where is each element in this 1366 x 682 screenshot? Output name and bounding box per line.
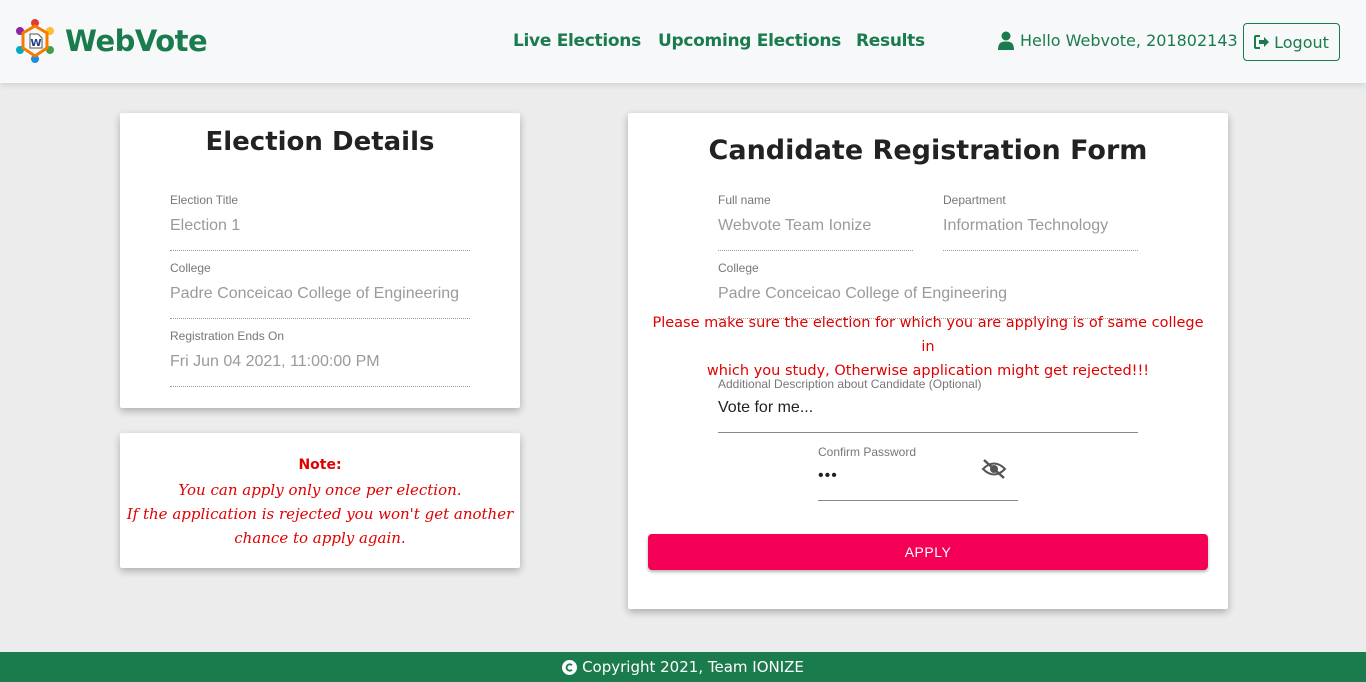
full-name-field: Full name Webvote Team Ionize (718, 193, 913, 251)
college-warning-line-1: Please make sure the election for which … (652, 315, 1204, 355)
full-name-value: Webvote Team Ionize (718, 209, 913, 251)
registration-end-label: Registration Ends On (170, 329, 285, 343)
user-greeting: Hello Webvote, 201802143 (998, 31, 1238, 50)
nav-upcoming-elections[interactable]: Upcoming Elections (658, 31, 841, 51)
note-card: Note: You can apply only once per electi… (120, 433, 520, 568)
department-label: Department (943, 193, 1006, 207)
footer: Copyright 2021, Team IONIZE (0, 652, 1366, 682)
election-title-field: Election Title Election 1 (170, 193, 470, 251)
apply-button[interactable]: APPLY (648, 534, 1208, 570)
greeting-text: Hello Webvote, 201802143 (1020, 31, 1238, 50)
copyright-icon (562, 659, 578, 675)
description-input[interactable]: Vote for me... (718, 393, 1138, 433)
nav-live-elections[interactable]: Live Elections (513, 31, 641, 51)
sign-out-icon (1254, 35, 1270, 49)
form-college-label: College (718, 261, 759, 275)
nav-results[interactable]: Results (856, 31, 925, 51)
description-label: Additional Description about Candidate (… (718, 377, 982, 391)
logout-label: Logout (1274, 32, 1329, 52)
svg-text:W: W (30, 38, 41, 49)
note-line-2: If the application is rejected you won't… (126, 505, 514, 523)
note-line-1: You can apply only once per election. (178, 481, 462, 499)
election-details-card: Election Details Election Title Election… (120, 113, 520, 408)
brand-name: WebVote (65, 24, 208, 58)
brand-link[interactable]: W WebVote (14, 18, 208, 64)
user-icon (998, 31, 1014, 50)
election-title-value: Election 1 (170, 209, 470, 251)
webvote-logo-icon: W (16, 19, 54, 63)
full-name-label: Full name (718, 193, 771, 207)
registration-form-title: Candidate Registration Form (708, 135, 1148, 166)
registration-form-card: Candidate Registration Form Full name We… (628, 113, 1228, 609)
college-field: College Padre Conceicao College of Engin… (170, 261, 470, 319)
eye-slash-icon[interactable] (981, 458, 1007, 480)
department-field: Department Information Technology (943, 193, 1138, 251)
confirm-password-field: Confirm Password ••• (818, 445, 1018, 501)
election-title-label: Election Title (170, 193, 239, 207)
footer-text: Copyright 2021, Team IONIZE (582, 658, 804, 676)
department-value: Information Technology (943, 209, 1138, 251)
registration-end-value: Fri Jun 04 2021, 11:00:00 PM (170, 345, 470, 387)
navbar: W WebVote Live Elections Upcoming Electi… (0, 0, 1366, 83)
college-value: Padre Conceicao College of Engineering (170, 277, 470, 319)
note-title: Note: (298, 457, 342, 473)
logout-button[interactable]: Logout (1243, 23, 1340, 61)
note-line-3: chance to apply again. (234, 529, 406, 547)
election-details-title: Election Details (205, 127, 435, 157)
college-label: College (170, 261, 211, 275)
description-field: Additional Description about Candidate (… (718, 377, 1138, 433)
college-warning: Please make sure the election for which … (648, 311, 1208, 383)
registration-end-field: Registration Ends On Fri Jun 04 2021, 11… (170, 329, 470, 387)
